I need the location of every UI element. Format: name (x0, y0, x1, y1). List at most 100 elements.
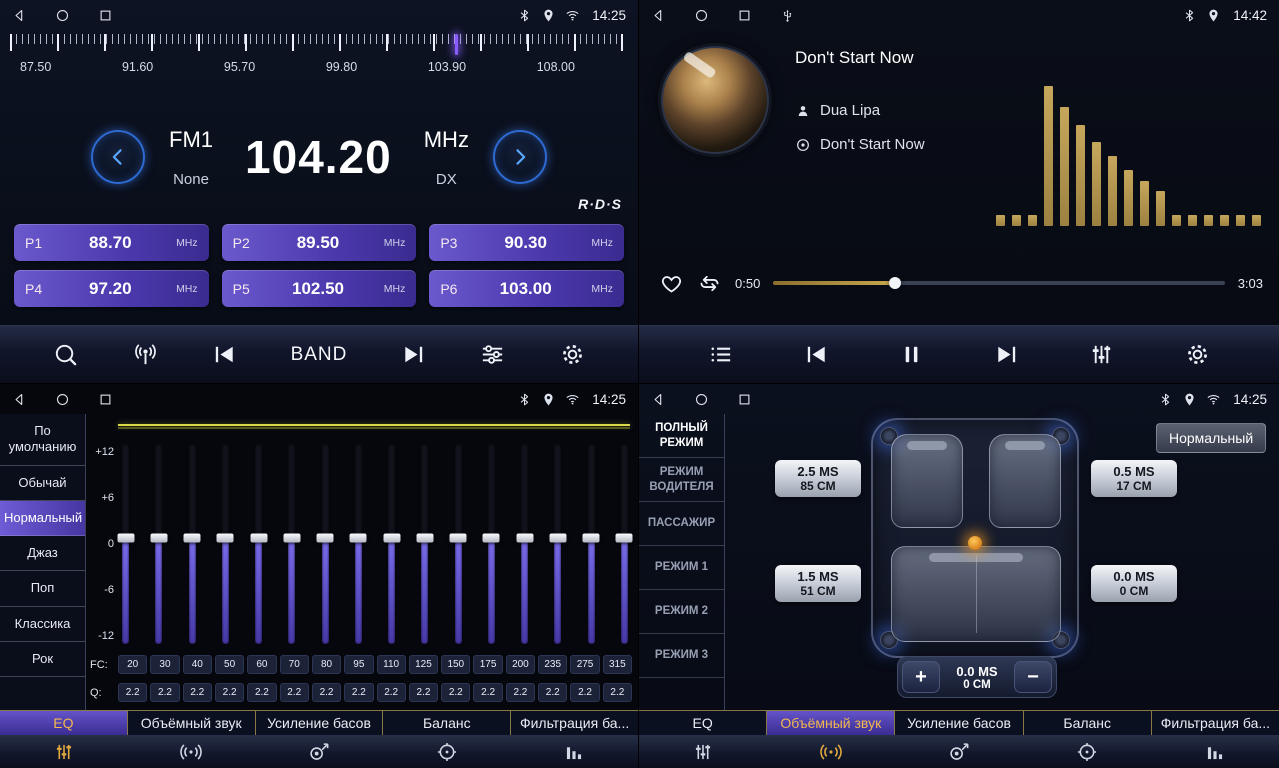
listening-mode-item[interactable]: РЕЖИМ 3 (639, 634, 724, 678)
eq-preset-item[interactable]: Поп (0, 571, 85, 606)
settings-gear-icon[interactable] (559, 341, 586, 368)
listening-mode-item[interactable]: РЕЖИМ 1 (639, 546, 724, 590)
delay-decrease-button[interactable]: − (1014, 661, 1052, 693)
eq-band-slider[interactable] (151, 444, 166, 644)
eq-band-slider[interactable] (185, 444, 200, 644)
bass-boost-tab-icon[interactable] (895, 735, 1023, 768)
eq-band-slider[interactable] (118, 444, 133, 644)
listening-mode-item[interactable]: ПАССАЖИР (639, 502, 724, 546)
filter-tab-icon[interactable] (1151, 735, 1279, 768)
next-station-icon[interactable] (400, 341, 427, 368)
bass-boost-tab-icon[interactable] (255, 735, 383, 768)
listening-mode-item[interactable]: РЕЖИМ ВОДИТЕЛЯ (639, 458, 724, 502)
back-icon[interactable] (12, 8, 27, 23)
eq-band-slider[interactable] (451, 444, 466, 644)
eq-slider-thumb[interactable] (383, 534, 400, 543)
next-track-icon[interactable] (993, 341, 1020, 368)
home-icon[interactable] (694, 8, 709, 23)
eq-band-slider[interactable] (484, 444, 499, 644)
eq-slider-thumb[interactable] (549, 534, 566, 543)
eq-preset-item[interactable]: Обычай (0, 466, 85, 501)
preset-button[interactable]: P4 97.20 MHz (14, 270, 209, 307)
recents-icon[interactable] (737, 392, 752, 407)
rear-right-delay-chip[interactable]: 0.0 MS 0 CM (1091, 565, 1177, 602)
eq-band-slider[interactable] (251, 444, 266, 644)
eq-slider-thumb[interactable] (516, 534, 533, 543)
band-button[interactable]: BAND (291, 344, 348, 366)
eq-tab-icon[interactable] (0, 735, 128, 768)
eq-slider-thumb[interactable] (317, 534, 334, 543)
frequency-scale[interactable]: 87.5091.6095.7099.80103.90108.00 (10, 34, 628, 86)
previous-track-icon[interactable] (803, 341, 830, 368)
previous-station-icon[interactable] (211, 341, 238, 368)
preset-button[interactable]: P3 90.30 MHz (429, 224, 624, 261)
front-left-delay-chip[interactable]: 2.5 MS 85 CM (775, 460, 861, 497)
favorite-icon[interactable] (659, 271, 684, 296)
eq-slider-thumb[interactable] (583, 534, 600, 543)
eq-slider-thumb[interactable] (450, 534, 467, 543)
audio-tab[interactable]: Усиление басов (256, 711, 384, 735)
surround-tab-icon[interactable] (128, 735, 256, 768)
equalizer-icon[interactable] (1088, 341, 1115, 368)
recents-icon[interactable] (98, 8, 113, 23)
rear-left-delay-chip[interactable]: 1.5 MS 51 CM (775, 565, 861, 602)
back-icon[interactable] (651, 392, 666, 407)
filter-tab-icon[interactable] (510, 735, 638, 768)
eq-preset-item[interactable]: Джаз (0, 536, 85, 571)
preset-button[interactable]: P2 89.50 MHz (222, 224, 417, 261)
audio-tab[interactable]: Фильтрация ба... (1152, 711, 1279, 735)
back-icon[interactable] (12, 392, 27, 407)
surround-tab-icon[interactable] (767, 735, 895, 768)
tune-down-button[interactable] (91, 130, 145, 184)
eq-preset-item[interactable]: Рок (0, 642, 85, 677)
listening-mode-item[interactable]: РЕЖИМ 2 (639, 590, 724, 634)
home-icon[interactable] (55, 8, 70, 23)
audio-tab[interactable]: Объёмный звук (767, 711, 895, 735)
recents-icon[interactable] (98, 392, 113, 407)
back-icon[interactable] (651, 8, 666, 23)
scan-icon[interactable] (52, 341, 79, 368)
eq-slider-thumb[interactable] (150, 534, 167, 543)
audio-tab[interactable]: EQ (639, 711, 767, 735)
eq-slider-thumb[interactable] (616, 534, 633, 543)
eq-slider-thumb[interactable] (217, 534, 234, 543)
eq-preset-item[interactable]: Нормальный (0, 501, 85, 536)
pause-icon[interactable] (898, 341, 925, 368)
audio-tab[interactable]: Баланс (383, 711, 511, 735)
audio-tab[interactable]: Объёмный звук (128, 711, 256, 735)
home-icon[interactable] (694, 392, 709, 407)
eq-slider-thumb[interactable] (117, 534, 134, 543)
eq-band-slider[interactable] (617, 444, 632, 644)
eq-slider-thumb[interactable] (416, 534, 433, 543)
eq-band-slider[interactable] (218, 444, 233, 644)
preset-button[interactable]: P6 103.00 MHz (429, 270, 624, 307)
eq-slider-thumb[interactable] (184, 534, 201, 543)
eq-preset-item[interactable]: Классика (0, 607, 85, 642)
recents-icon[interactable] (737, 8, 752, 23)
audio-tab[interactable]: Усиление басов (895, 711, 1023, 735)
eq-slider-thumb[interactable] (250, 534, 267, 543)
eq-slider-thumb[interactable] (283, 534, 300, 543)
audio-tab[interactable]: Баланс (1024, 711, 1152, 735)
listening-position-dot[interactable] (968, 536, 982, 550)
listening-mode-item[interactable]: ПОЛНЫЙ РЕЖИМ (639, 414, 724, 458)
audio-tab[interactable]: Фильтрация ба... (511, 711, 638, 735)
preset-button[interactable]: P1 88.70 MHz (14, 224, 209, 261)
front-right-delay-chip[interactable]: 0.5 MS 17 CM (1091, 460, 1177, 497)
repeat-icon[interactable] (697, 271, 722, 296)
audio-tab[interactable]: EQ (0, 711, 128, 735)
tune-up-button[interactable] (493, 130, 547, 184)
eq-band-slider[interactable] (550, 444, 565, 644)
eq-band-slider[interactable] (584, 444, 599, 644)
eq-preset-item[interactable]: По умолчанию (0, 414, 85, 466)
settings-gear-icon[interactable] (1184, 341, 1211, 368)
preset-button[interactable]: P5 102.50 MHz (222, 270, 417, 307)
balance-tab-icon[interactable] (1023, 735, 1151, 768)
progress-bar[interactable] (773, 281, 1224, 285)
playlist-icon[interactable] (707, 341, 734, 368)
surround-preset-button[interactable]: Нормальный (1156, 423, 1266, 453)
eq-band-slider[interactable] (417, 444, 432, 644)
eq-band-slider[interactable] (351, 444, 366, 644)
balance-tab-icon[interactable] (383, 735, 511, 768)
eq-band-slider[interactable] (318, 444, 333, 644)
